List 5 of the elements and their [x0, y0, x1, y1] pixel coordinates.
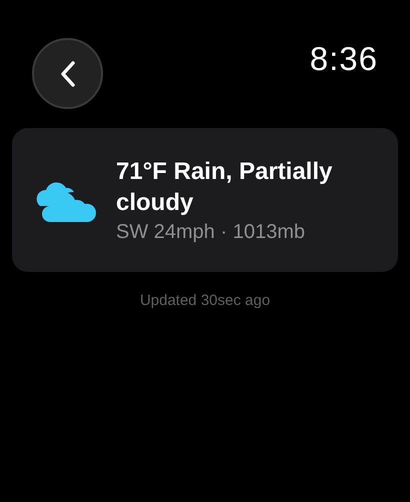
weather-details: SW 24mph · 1013mb — [116, 221, 306, 244]
chevron-left-icon — [60, 60, 76, 88]
update-status: Updated 30sec ago — [140, 292, 270, 309]
weather-summary: 71°F Rain, Partially cloudy — [116, 157, 334, 218]
clock-time: 8:36 — [310, 40, 378, 78]
